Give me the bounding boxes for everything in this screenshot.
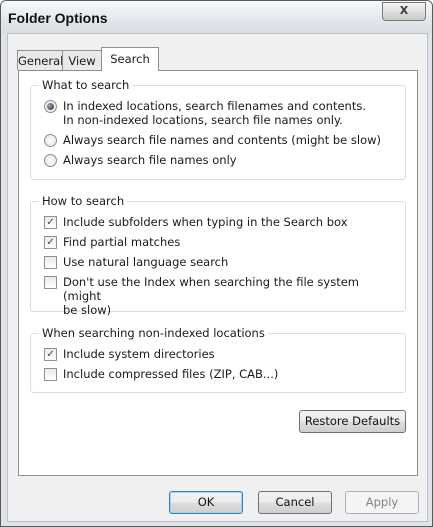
tab-view-label: View: [68, 54, 96, 68]
checkbox-natural-language-label: Use natural language search: [63, 255, 229, 269]
check-mark-icon: ✓: [46, 237, 55, 248]
radio-always-names-only-label: Always search file names only: [63, 153, 237, 167]
tab-view[interactable]: View: [62, 50, 102, 70]
checkbox-dont-use-index[interactable]: Don't use the Index when searching the f…: [44, 275, 397, 317]
checkbox[interactable]: [44, 276, 57, 289]
checkbox[interactable]: [44, 368, 57, 381]
dialog-title: Folder Options: [8, 10, 108, 26]
non-indexed-locations-legend: When searching non-indexed locations: [39, 326, 268, 341]
checkbox[interactable]: ✓: [44, 236, 57, 249]
checkbox-include-system-directories[interactable]: ✓ Include system directories: [44, 347, 397, 361]
radio-indexed-line2: In non-indexed locations, search file na…: [63, 113, 343, 127]
cancel-button[interactable]: Cancel: [258, 491, 332, 514]
checkbox-include-system-directories-label: Include system directories: [63, 347, 215, 361]
search-tab-panel: What to search In indexed locations, sea…: [18, 70, 418, 476]
checkbox-include-subfolders-label: Include subfolders when typing in the Se…: [63, 215, 348, 229]
radio-button[interactable]: [44, 154, 57, 167]
radio-indexed-line1: In indexed locations, search filenames a…: [63, 99, 367, 113]
checkbox-natural-language[interactable]: Use natural language search: [44, 255, 397, 269]
checkbox-include-subfolders[interactable]: ✓ Include subfolders when typing in the …: [44, 215, 397, 229]
checkbox-dont-use-index-line2: be slow): [63, 303, 112, 317]
radio-button[interactable]: [44, 134, 57, 147]
close-button[interactable]: X: [382, 2, 426, 21]
tab-general[interactable]: General: [17, 50, 63, 70]
radio-button[interactable]: [44, 100, 57, 113]
checkbox[interactable]: [44, 256, 57, 269]
radio-indexed-label: In indexed locations, search filenames a…: [63, 99, 397, 127]
folder-options-dialog: Folder Options X General View Search Wha…: [0, 0, 433, 527]
checkbox-dont-use-index-line1: Don't use the Index when searching the f…: [63, 275, 359, 303]
checkbox-find-partial-matches[interactable]: ✓ Find partial matches: [44, 235, 397, 249]
restore-defaults-button[interactable]: Restore Defaults: [299, 410, 406, 433]
ok-button[interactable]: OK: [169, 491, 243, 514]
radio-indexed-locations[interactable]: In indexed locations, search filenames a…: [44, 99, 397, 127]
checkbox-include-compressed-files-label: Include compressed files (ZIP, CAB...): [63, 367, 279, 381]
checkbox-dont-use-index-label: Don't use the Index when searching the f…: [63, 275, 397, 317]
radio-always-names-only[interactable]: Always search file names only: [44, 153, 397, 167]
checkbox[interactable]: ✓: [44, 348, 57, 361]
tab-search-label: Search: [110, 52, 150, 66]
checkbox[interactable]: ✓: [44, 216, 57, 229]
checkbox-include-compressed-files[interactable]: Include compressed files (ZIP, CAB...): [44, 367, 397, 381]
close-icon: X: [399, 4, 409, 17]
how-to-search-group: How to search ✓ Include subfolders when …: [30, 194, 406, 317]
what-to-search-group: What to search In indexed locations, sea…: [30, 78, 406, 180]
title-bar[interactable]: Folder Options X: [1, 1, 432, 33]
dialog-client-area: General View Search What to search In in…: [7, 33, 428, 522]
radio-always-names-and-contents-label: Always search file names and contents (m…: [63, 133, 382, 147]
non-indexed-locations-group: When searching non-indexed locations ✓ I…: [30, 326, 406, 393]
tab-search[interactable]: Search: [101, 47, 159, 71]
checkbox-find-partial-matches-label: Find partial matches: [63, 235, 181, 249]
radio-selected-dot: [47, 103, 54, 110]
check-mark-icon: ✓: [46, 217, 55, 228]
radio-always-names-and-contents[interactable]: Always search file names and contents (m…: [44, 133, 397, 147]
tab-general-label: General: [18, 54, 64, 68]
how-to-search-legend: How to search: [39, 194, 128, 209]
check-mark-icon: ✓: [46, 349, 55, 360]
apply-button[interactable]: Apply: [345, 491, 419, 514]
what-to-search-legend: What to search: [39, 78, 133, 93]
